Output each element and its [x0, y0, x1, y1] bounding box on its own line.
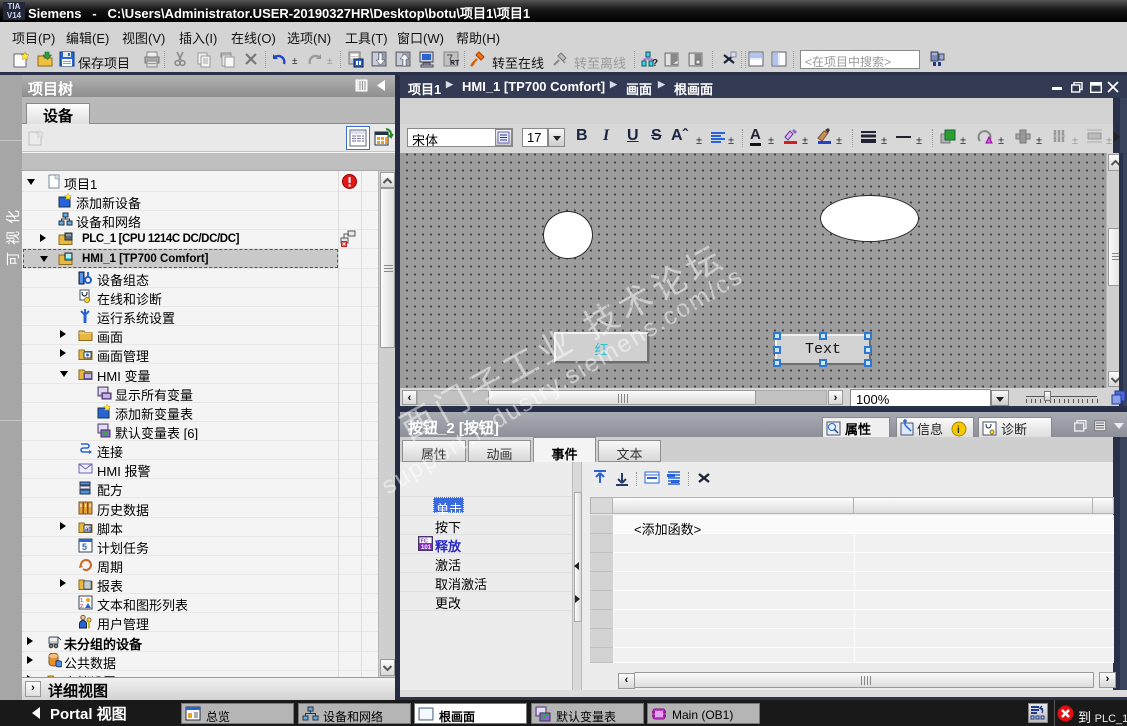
svg-text:RT: RT	[450, 60, 460, 67]
svg-text:5: 5	[82, 542, 87, 552]
svg-text:诊断: 诊断	[1001, 422, 1027, 437]
svg-text:信息: 信息	[917, 422, 943, 437]
svg-text:2.: 2.	[80, 604, 85, 610]
svg-text:ab: ab	[85, 527, 92, 533]
svg-text:FC: FC	[421, 539, 428, 545]
svg-text:?: ?	[652, 58, 658, 68]
svg-text:i: i	[957, 425, 960, 436]
svg-text:101: 101	[421, 545, 432, 551]
svg-text:属性: 属性	[845, 422, 871, 437]
